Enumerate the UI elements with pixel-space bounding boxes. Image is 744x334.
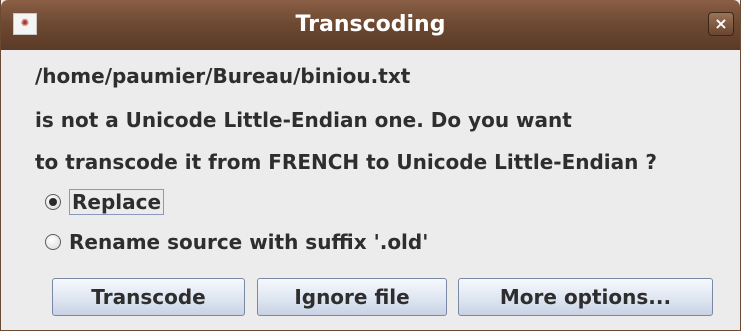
transcoding-dialog: ✺ Transcoding × /home/paumier/Bureau/bin… — [0, 0, 741, 331]
replace-label[interactable]: Replace — [69, 189, 165, 215]
message-line-2: is not a Unicode Little-Endian one. Do y… — [35, 108, 572, 132]
rename-option[interactable]: Rename source with suffix '.old' — [45, 228, 428, 256]
more-options-button[interactable]: More options... — [458, 278, 713, 316]
transcode-button[interactable]: Transcode — [52, 278, 245, 316]
window-title: Transcoding — [295, 12, 446, 37]
rename-label[interactable]: Rename source with suffix '.old' — [69, 230, 428, 254]
close-button[interactable]: × — [708, 12, 734, 36]
message-line-3: to transcode it from FRENCH to Unicode L… — [35, 150, 657, 174]
replace-radio[interactable] — [45, 194, 61, 210]
ignore-file-button[interactable]: Ignore file — [257, 278, 447, 316]
rename-radio[interactable] — [45, 234, 61, 250]
replace-option[interactable]: Replace — [45, 188, 165, 216]
title-bar[interactable]: ✺ Transcoding × — [1, 0, 740, 50]
message-file-path: /home/paumier/Bureau/biniou.txt — [35, 64, 411, 88]
